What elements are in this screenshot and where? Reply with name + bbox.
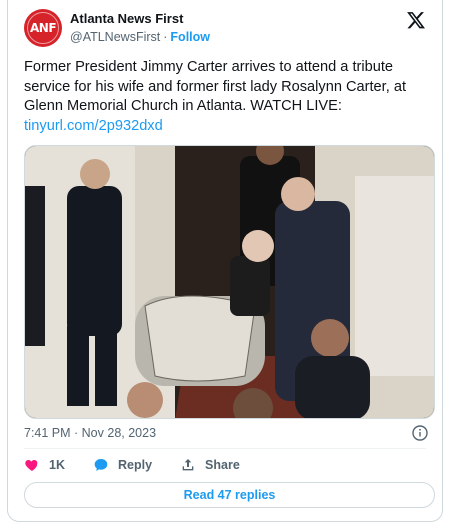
divider	[24, 448, 426, 449]
handle-line: @ATLNewsFirst · Follow	[70, 30, 210, 44]
info-icon[interactable]	[412, 425, 428, 441]
reply-button[interactable]: Reply	[93, 457, 152, 473]
reply-label: Reply	[117, 458, 153, 472]
follow-button[interactable]: Follow	[170, 30, 210, 44]
share-icon	[182, 459, 194, 471]
tweet-card: ANF Atlanta News First @ATLNewsFirst · Fol…	[7, 0, 443, 522]
tweet-text: Former President Jimmy Carter arrives to…	[24, 58, 432, 136]
tweet-body: Former President Jimmy Carter arrives to…	[24, 59, 407, 114]
account-name[interactable]: Atlanta News First	[70, 11, 183, 26]
tweet-link[interactable]: tinyurl.com/2p932dxd	[24, 117, 432, 137]
avatar[interactable]: ANF	[24, 9, 62, 47]
heart-icon	[25, 460, 38, 471]
share-label: Share	[205, 458, 240, 472]
like-button[interactable]: 1K	[24, 457, 65, 473]
x-logo-icon[interactable]	[406, 10, 426, 30]
separator-dot: ·	[163, 30, 168, 44]
tweet-photo[interactable]	[24, 145, 435, 419]
account-handle[interactable]: @ATLNewsFirst	[70, 30, 160, 44]
photo-illustration	[25, 146, 434, 418]
action-bar: 1K Reply Share	[24, 457, 268, 473]
like-count: 1K	[49, 458, 65, 472]
tweet-timestamp[interactable]: 7:41 PM · Nov 28, 2023	[24, 426, 156, 440]
reply-bubble-icon	[94, 459, 108, 471]
read-replies-button[interactable]: Read 47 replies	[24, 482, 435, 508]
share-button[interactable]: Share	[180, 457, 240, 473]
